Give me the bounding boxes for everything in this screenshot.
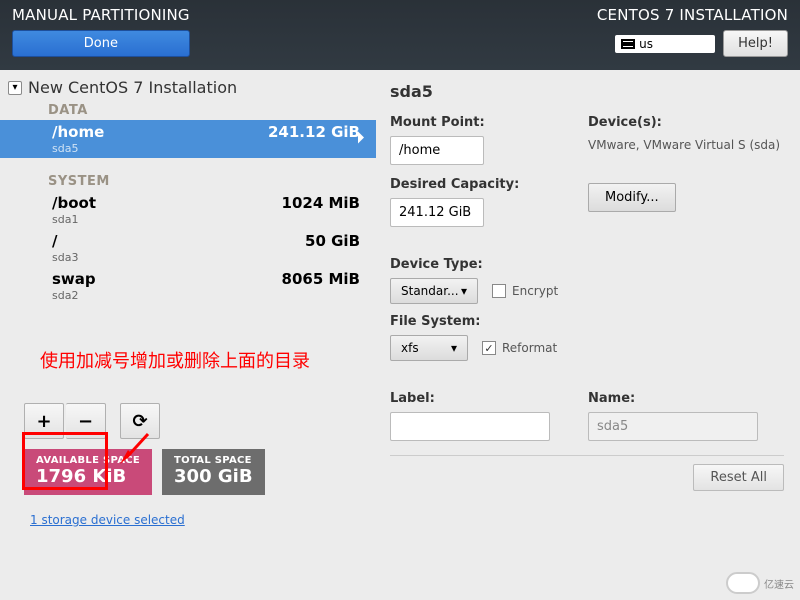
page-title: MANUAL PARTITIONING [12, 6, 190, 24]
keyboard-icon [621, 39, 635, 49]
name-label: Name: [588, 391, 784, 406]
mount-size: 241.12 GiB [268, 123, 360, 141]
partition-list-pane: ▾ New CentOS 7 Installation DATA /home 2… [0, 70, 376, 600]
desired-capacity-input[interactable] [390, 198, 484, 227]
device-type-label: Device Type: [390, 257, 784, 272]
mount-path: / [52, 232, 57, 250]
chevron-down-icon: ▾ [461, 284, 467, 298]
watermark-text: 亿速云 [764, 576, 794, 591]
mount-path: /home [52, 123, 104, 141]
keyboard-indicator[interactable]: us [615, 35, 715, 53]
device-type-select[interactable]: Standar... ▾ [390, 278, 478, 304]
header-bar: MANUAL PARTITIONING Done CENTOS 7 INSTAL… [0, 0, 800, 70]
mount-device: sda2 [52, 289, 360, 302]
keyboard-layout-label: us [639, 37, 653, 51]
mount-device: sda5 [52, 142, 360, 155]
label-input[interactable] [390, 412, 550, 441]
encrypt-checkbox[interactable] [492, 284, 506, 298]
name-input [588, 412, 758, 441]
mount-item-home[interactable]: /home 241.12 GiB sda5 [0, 120, 376, 158]
mount-item-root[interactable]: / 50 GiB sda3 [0, 229, 376, 267]
modify-devices-button[interactable]: Modify... [588, 183, 676, 212]
mount-size: 8065 MiB [282, 270, 360, 288]
storage-devices-link[interactable]: 1 storage device selected [30, 513, 185, 527]
watermark: 亿速云 [726, 572, 794, 594]
done-button[interactable]: Done [12, 30, 190, 57]
mount-device: sda1 [52, 213, 360, 226]
chevron-right-icon [356, 130, 366, 149]
label-label: Label: [390, 391, 580, 406]
reset-all-button[interactable]: Reset All [693, 464, 784, 491]
annotation-text: 使用加减号增加或删除上面的目录 [0, 339, 376, 381]
section-label-data: DATA [0, 101, 376, 120]
reformat-checkbox[interactable] [482, 341, 496, 355]
file-system-value: xfs [401, 341, 419, 355]
device-type-value: Standar... [401, 284, 459, 298]
mount-size: 1024 MiB [282, 194, 360, 212]
install-title: New CentOS 7 Installation [28, 78, 237, 97]
help-button[interactable]: Help! [723, 30, 788, 57]
reformat-label: Reformat [502, 341, 557, 355]
total-space-label: TOTAL SPACE [174, 455, 253, 466]
mount-path: swap [52, 270, 96, 288]
add-partition-button[interactable]: + [24, 403, 64, 439]
file-system-select[interactable]: xfs ▾ [390, 335, 468, 361]
encrypt-label: Encrypt [512, 284, 558, 298]
mount-point-input[interactable] [390, 136, 484, 165]
annotation-arrow-icon [118, 430, 158, 470]
devices-text: VMware, VMware Virtual S (sda) [588, 136, 784, 154]
file-system-label: File System: [390, 314, 784, 329]
cloud-icon [726, 572, 760, 594]
mount-device: sda3 [52, 251, 360, 264]
chevron-down-icon: ▾ [451, 341, 457, 355]
remove-partition-button[interactable]: − [66, 403, 106, 439]
mount-point-label: Mount Point: [390, 115, 580, 130]
mount-item-boot[interactable]: /boot 1024 MiB sda1 [0, 191, 376, 229]
installer-title: CENTOS 7 INSTALLATION [597, 6, 788, 24]
expander-toggle[interactable]: ▾ [8, 81, 22, 95]
mount-item-swap[interactable]: swap 8065 MiB sda2 [0, 267, 376, 305]
total-space-box: TOTAL SPACE 300 GiB [162, 449, 265, 495]
mount-path: /boot [52, 194, 96, 212]
mount-size: 50 GiB [305, 232, 360, 250]
total-space-value: 300 GiB [174, 466, 253, 487]
partition-details-pane: sda5 Mount Point: Device(s): VMware, VMw… [376, 70, 800, 600]
devices-label: Device(s): [588, 115, 784, 130]
section-label-system: SYSTEM [0, 172, 376, 191]
desired-capacity-label: Desired Capacity: [390, 177, 580, 192]
details-heading: sda5 [390, 82, 784, 101]
